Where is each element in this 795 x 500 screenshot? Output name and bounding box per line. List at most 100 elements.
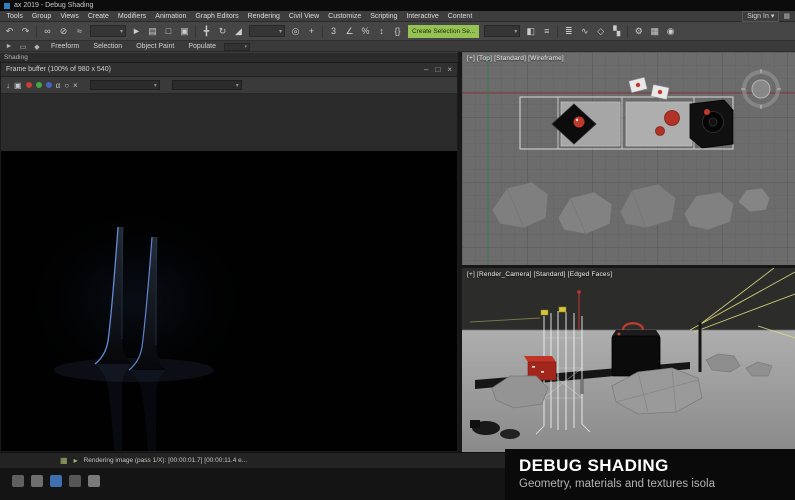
render-window-toolbar: ↓ ▣ α ○ × ▾ ▾ — [1, 77, 457, 94]
yellow-cap-1 — [541, 310, 548, 315]
ribbon-tab-bar: ► ▭ ◆ Freeform Selection Object Paint Po… — [0, 42, 795, 52]
select-by-name-icon[interactable]: ▤ — [145, 24, 160, 39]
speaker-box — [612, 323, 660, 376]
curve-editor-icon[interactable]: ∿ — [577, 24, 592, 39]
rendered-frame-window-icon[interactable]: ▦ — [647, 24, 662, 39]
create-selection-set-button[interactable]: Create Selection Se... — [408, 25, 479, 38]
select-and-link-icon[interactable]: ∞ — [40, 24, 55, 39]
named-sets-dropdown[interactable]: ▾ — [484, 25, 520, 37]
selection-filter-dropdown[interactable]: ▾ — [90, 25, 126, 37]
menu-item-views[interactable]: Views — [56, 13, 84, 20]
menu-item-customize[interactable]: Customize — [324, 13, 366, 20]
menu-item-graph-editors[interactable]: Graph Editors — [191, 13, 243, 20]
dock-icon-3[interactable] — [50, 475, 62, 487]
render-status-text: Rendering image (pass 1/X): [00:00:01.7]… — [84, 457, 248, 464]
chevron-down-icon: ▾ — [120, 28, 123, 35]
select-object-icon[interactable]: ► — [129, 24, 144, 39]
menu-item-modifiers[interactable]: Modifiers — [113, 13, 150, 20]
viewport-top[interactable]: [+] [Top] [Standard] [Wireframe] — [462, 52, 795, 265]
minimize-icon[interactable]: – — [424, 65, 428, 74]
window-title: ax 2019 - Debug Shading — [14, 2, 93, 9]
dock-icon-2[interactable] — [31, 475, 43, 487]
tab-object-paint[interactable]: Object Paint — [130, 43, 180, 50]
menu-item-rendering[interactable]: Rendering — [243, 13, 284, 20]
render-window-title: Frame buffer (100% of 980 x 540) — [6, 66, 111, 73]
menu-item-animation[interactable]: Animation — [151, 13, 191, 20]
menu-bar: Tools Group Views Create Modifiers Anima… — [0, 11, 795, 22]
undo-icon[interactable]: ↶ — [2, 24, 17, 39]
channel-green-icon[interactable] — [36, 82, 42, 88]
channel-alpha-icon[interactable]: α — [56, 81, 61, 90]
select-and-manipulate-icon[interactable]: + — [304, 24, 319, 39]
rendered-image-canvas[interactable] — [1, 151, 457, 451]
viewport-select-dropdown[interactable]: ▾ — [172, 80, 242, 90]
render-production-icon[interactable]: ◉ — [663, 24, 678, 39]
workspaces-icon[interactable]: ▦ — [783, 12, 790, 20]
viewport-label-camera[interactable]: [+] [Render_Camera] [Standard] [Edged Fa… — [467, 271, 612, 278]
use-pivot-point-icon[interactable]: ◎ — [288, 24, 303, 39]
viewport-label-top[interactable]: [+] [Top] [Standard] [Wireframe] — [467, 55, 564, 62]
ribbon-poly-icon[interactable]: ◆ — [31, 43, 43, 51]
toolbar-separator — [627, 25, 628, 38]
ribbon-box-icon[interactable]: ▭ — [17, 43, 29, 51]
ribbon-select-icon[interactable]: ► — [3, 43, 15, 50]
align-icon[interactable]: ≡ — [539, 24, 554, 39]
mirror-icon[interactable]: ◧ — [523, 24, 538, 39]
dark-device-object — [690, 100, 733, 148]
menu-item-create[interactable]: Create — [83, 13, 113, 20]
close-icon[interactable]: × — [447, 65, 452, 74]
chevron-down-icon: ▾ — [236, 82, 239, 89]
app-icon — [4, 3, 10, 9]
maximize-icon[interactable]: □ — [435, 65, 440, 74]
select-and-rotate-icon[interactable]: ↻ — [215, 24, 230, 39]
channel-mono-icon[interactable]: ○ — [64, 81, 69, 90]
toolbar-separator — [557, 25, 558, 38]
menu-item-interactive[interactable]: Interactive — [402, 13, 443, 20]
menu-item-group[interactable]: Group — [27, 13, 55, 20]
select-and-scale-icon[interactable]: ◢ — [231, 24, 246, 39]
application-window: ax 2019 - Debug Shading Tools Group View… — [0, 0, 795, 500]
ribbon-options-dropdown[interactable]: ▾ — [224, 43, 250, 51]
named-selection-sets-icon[interactable]: {} — [390, 24, 405, 39]
render-play-icon[interactable]: ▸ — [74, 456, 78, 465]
percent-snap-icon[interactable]: % — [358, 24, 373, 39]
redo-icon[interactable]: ↷ — [18, 24, 33, 39]
panel-tab-strip: Shading — [0, 53, 461, 62]
render-setup-icon[interactable]: ⚙ — [631, 24, 646, 39]
clone-window-icon[interactable]: ▣ — [14, 81, 22, 90]
chevron-down-icon: ▾ — [244, 44, 247, 50]
reference-coordinate-dropdown[interactable]: ▾ — [249, 25, 285, 37]
chevron-down-icon: ▾ — [514, 28, 517, 35]
window-crossing-icon[interactable]: ▣ — [177, 24, 192, 39]
bind-to-space-warp-icon[interactable]: ≈ — [72, 24, 87, 39]
tab-freeform[interactable]: Freeform — [45, 43, 85, 50]
dock-icon-1[interactable] — [12, 475, 24, 487]
clear-image-icon[interactable]: × — [73, 81, 78, 90]
tab-populate[interactable]: Populate — [182, 43, 222, 50]
schematic-view-icon[interactable]: ◇ — [593, 24, 608, 39]
menu-item-civil-view[interactable]: Civil View — [284, 13, 323, 20]
sign-in-button[interactable]: Sign In ▾ — [742, 11, 779, 22]
tab-selection[interactable]: Selection — [87, 43, 128, 50]
tab-shading[interactable]: Shading — [4, 54, 28, 61]
menu-item-scripting[interactable]: Scripting — [366, 13, 402, 20]
render-window-title-bar[interactable]: Frame buffer (100% of 980 x 540) – □ × — [1, 63, 457, 77]
dock-icon-5[interactable] — [88, 475, 100, 487]
channel-blue-icon[interactable] — [46, 82, 52, 88]
dock-icon-4[interactable] — [69, 475, 81, 487]
selection-region-icon[interactable]: □ — [161, 24, 176, 39]
select-and-move-icon[interactable]: ╋ — [199, 24, 214, 39]
area-to-render-dropdown[interactable]: ▾ — [90, 80, 160, 90]
layer-explorer-icon[interactable]: ≣ — [561, 24, 576, 39]
menu-item-tools[interactable]: Tools — [2, 13, 27, 20]
render-result-svg — [1, 151, 457, 451]
spinner-snap-icon[interactable]: ↕ — [374, 24, 389, 39]
material-editor-icon[interactable]: ▚ — [609, 24, 624, 39]
save-image-icon[interactable]: ↓ — [6, 81, 10, 90]
angle-snap-icon[interactable]: ∠ — [342, 24, 357, 39]
snap-toggle-3d-icon[interactable]: 3 — [326, 24, 341, 39]
viewport-camera[interactable]: [+] [Render_Camera] [Standard] [Edged Fa… — [462, 268, 795, 452]
unlink-selection-icon[interactable]: ⊘ — [56, 24, 71, 39]
channel-red-icon[interactable] — [26, 82, 32, 88]
menu-item-content[interactable]: Content — [443, 13, 477, 20]
